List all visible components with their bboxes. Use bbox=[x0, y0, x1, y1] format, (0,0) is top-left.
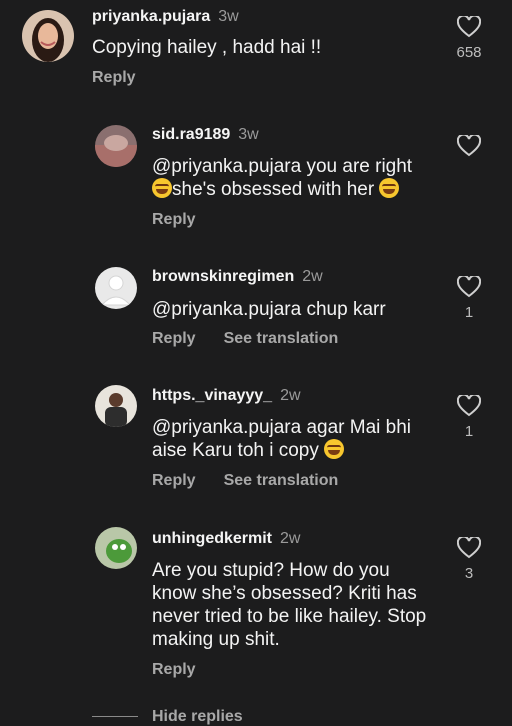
timestamp: 3w bbox=[218, 8, 239, 25]
hide-replies-button[interactable]: Hide replies bbox=[152, 708, 243, 726]
comment-text: @priyanka.pujara chup karr bbox=[152, 299, 386, 320]
timestamp: 2w bbox=[280, 387, 301, 404]
text-line: aise Karu toh i copy bbox=[152, 440, 319, 461]
timestamp: 2w bbox=[302, 268, 323, 285]
text-line: know she’s obsessed? Kriti has bbox=[152, 583, 417, 604]
like-button[interactable] bbox=[449, 135, 489, 157]
timestamp: 2w bbox=[280, 530, 301, 547]
heart-outline-icon bbox=[457, 135, 481, 157]
text-line: making up shit. bbox=[152, 629, 280, 650]
like-button[interactable]: 658 bbox=[449, 16, 489, 61]
avatar[interactable] bbox=[95, 385, 137, 427]
avatar[interactable] bbox=[22, 10, 74, 62]
reply-button[interactable]: Reply bbox=[152, 330, 196, 347]
laughing-tears-emoji bbox=[152, 178, 172, 198]
username[interactable]: brownskinregimen bbox=[152, 268, 294, 285]
like-button[interactable]: 1 bbox=[449, 395, 489, 440]
avatar[interactable] bbox=[95, 267, 137, 309]
see-translation-button[interactable]: See translation bbox=[224, 330, 339, 347]
comment-text: @priyanka.pujara you are right she's obs… bbox=[152, 155, 412, 201]
like-count: 1 bbox=[464, 304, 474, 321]
avatar[interactable] bbox=[95, 125, 137, 167]
like-count: 3 bbox=[464, 565, 474, 582]
username[interactable]: priyanka.pujara bbox=[92, 8, 210, 25]
see-translation-button[interactable]: See translation bbox=[224, 472, 339, 489]
avatar[interactable] bbox=[95, 527, 137, 569]
reply-button[interactable]: Reply bbox=[152, 472, 196, 489]
text-line: never tried to be like hailey. Stop bbox=[152, 606, 427, 627]
heart-outline-icon bbox=[457, 16, 481, 38]
heart-outline-icon bbox=[457, 395, 481, 417]
laughing-tears-emoji bbox=[379, 178, 400, 198]
text-line: @priyanka.pujara you are right bbox=[152, 156, 413, 177]
username[interactable]: https._vinayyy_ bbox=[152, 387, 272, 404]
reply-button[interactable]: Reply bbox=[92, 69, 136, 86]
text-line: Are you stupid? How do you bbox=[152, 560, 390, 581]
like-count: 1 bbox=[464, 423, 474, 440]
hide-replies-divider bbox=[92, 716, 138, 717]
comment-text: @priyanka.pujara agar Mai bhi aise Karu … bbox=[152, 416, 411, 462]
laughing-tears-emoji bbox=[324, 439, 345, 459]
like-count: 658 bbox=[456, 44, 482, 61]
text-line: @priyanka.pujara agar Mai bhi bbox=[152, 417, 412, 438]
text-line: she's obsessed with her bbox=[172, 179, 375, 200]
timestamp: 3w bbox=[238, 126, 259, 143]
heart-outline-icon bbox=[457, 537, 481, 559]
like-button[interactable]: 3 bbox=[449, 537, 489, 582]
username[interactable]: unhingedkermit bbox=[152, 530, 272, 547]
like-button[interactable]: 1 bbox=[449, 276, 489, 321]
heart-outline-icon bbox=[457, 276, 481, 298]
reply-button[interactable]: Reply bbox=[152, 661, 196, 678]
comment-text: Are you stupid? How do you know she’s ob… bbox=[152, 559, 426, 651]
comment-text: Copying hailey , hadd hai !! bbox=[92, 37, 322, 58]
reply-button[interactable]: Reply bbox=[152, 211, 196, 228]
username[interactable]: sid.ra9189 bbox=[152, 126, 230, 143]
